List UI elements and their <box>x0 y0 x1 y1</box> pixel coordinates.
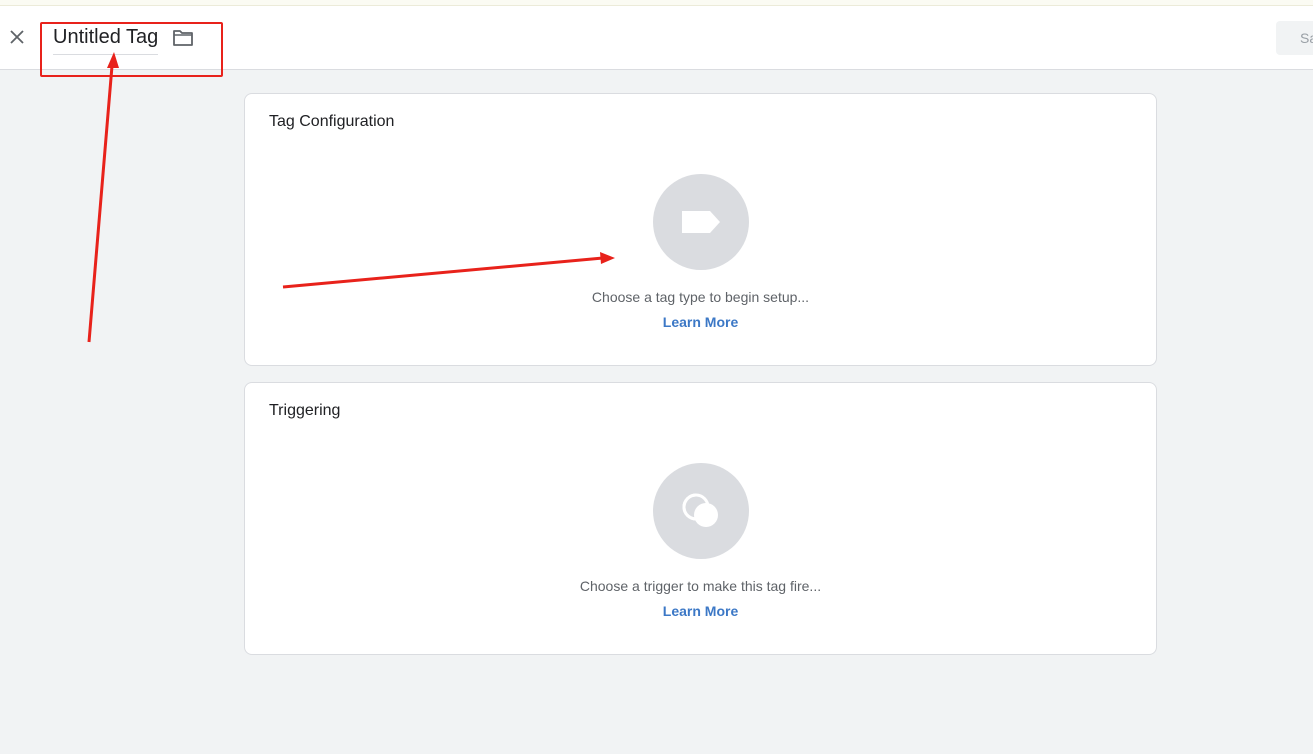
annotation-arrowhead-right <box>600 252 615 264</box>
annotation-arrowhead-up <box>107 52 119 68</box>
annotation-arrows <box>87 52 615 343</box>
annotation-arrow-up <box>87 65 114 343</box>
annotation-arrow-right <box>282 256 604 289</box>
